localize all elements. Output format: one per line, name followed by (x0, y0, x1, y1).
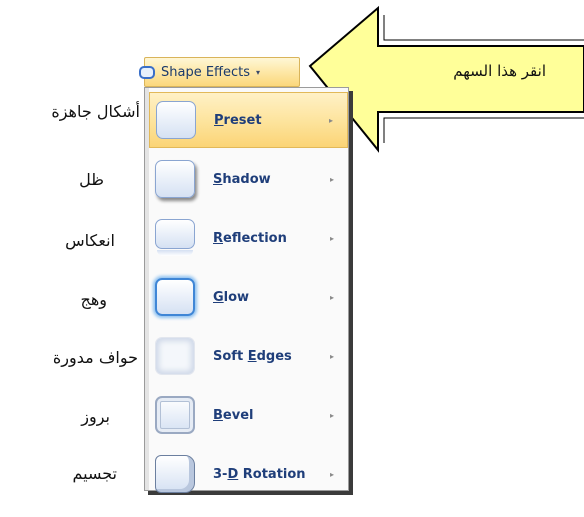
shape-effects-label: Shape Effects (161, 64, 251, 80)
chevron-down-icon: ▾ (256, 67, 261, 77)
label-shadow-ar: ظل (79, 170, 104, 189)
label-glow-ar: وهج (80, 290, 108, 309)
menu-item-label: Bevel (213, 407, 254, 423)
label-bevel-ar: بروز (81, 407, 110, 426)
label-preset-ar: أشكال جاهزة (51, 102, 140, 121)
shape-effects-menu: Preset ▸ Shadow ▸ Reflection ▸ Glow ▸ So… (144, 87, 349, 493)
chevron-right-icon: ▸ (329, 351, 334, 361)
chevron-right-icon: ▸ (329, 174, 334, 184)
glow-thumb (155, 278, 195, 316)
chevron-right-icon: ▸ (329, 292, 334, 302)
menu-item-3d-rotation[interactable]: 3-D Rotation ▸ (149, 446, 348, 502)
label-3d-rotation-ar: تجسيم (72, 464, 117, 483)
callout-text: انقر هذا السهم (453, 62, 546, 80)
reflection-thumb (155, 219, 195, 249)
menu-item-shadow[interactable]: Shadow ▸ (149, 151, 348, 207)
label-reflection-ar: انعكاس (65, 231, 115, 250)
reflection-mirror (157, 250, 193, 256)
menu-item-label: Glow (213, 289, 250, 305)
bevel-thumb (155, 396, 195, 434)
menu-item-reflection[interactable]: Reflection ▸ (149, 210, 348, 266)
chevron-right-icon: ▸ (329, 410, 334, 420)
menu-item-label: 3-D Rotation (213, 466, 306, 482)
menu-item-label: Preset (214, 112, 262, 128)
preset-thumb (156, 101, 196, 139)
shape-outline-icon (139, 65, 155, 79)
shape-effects-button[interactable]: Shape Effects ▾ (139, 57, 300, 87)
menu-item-glow[interactable]: Glow ▸ (149, 269, 348, 325)
3d-rotation-thumb (155, 455, 195, 493)
menu-item-label: Shadow (213, 171, 271, 187)
chevron-right-icon: ▸ (329, 233, 334, 243)
soft-edges-thumb (155, 337, 195, 375)
menu-item-soft-edges[interactable]: Soft Edges ▸ (149, 328, 348, 384)
chevron-right-icon: ▸ (329, 469, 334, 479)
chevron-right-icon: ▸ (328, 115, 333, 125)
menu-item-preset[interactable]: Preset ▸ (149, 92, 348, 148)
menu-item-label: Soft Edges (213, 348, 292, 364)
label-soft-edges-ar: حواف مدورة (52, 348, 138, 367)
menu-item-bevel[interactable]: Bevel ▸ (149, 387, 348, 443)
shadow-thumb (155, 160, 195, 198)
menu-item-label: Reflection (213, 230, 287, 246)
